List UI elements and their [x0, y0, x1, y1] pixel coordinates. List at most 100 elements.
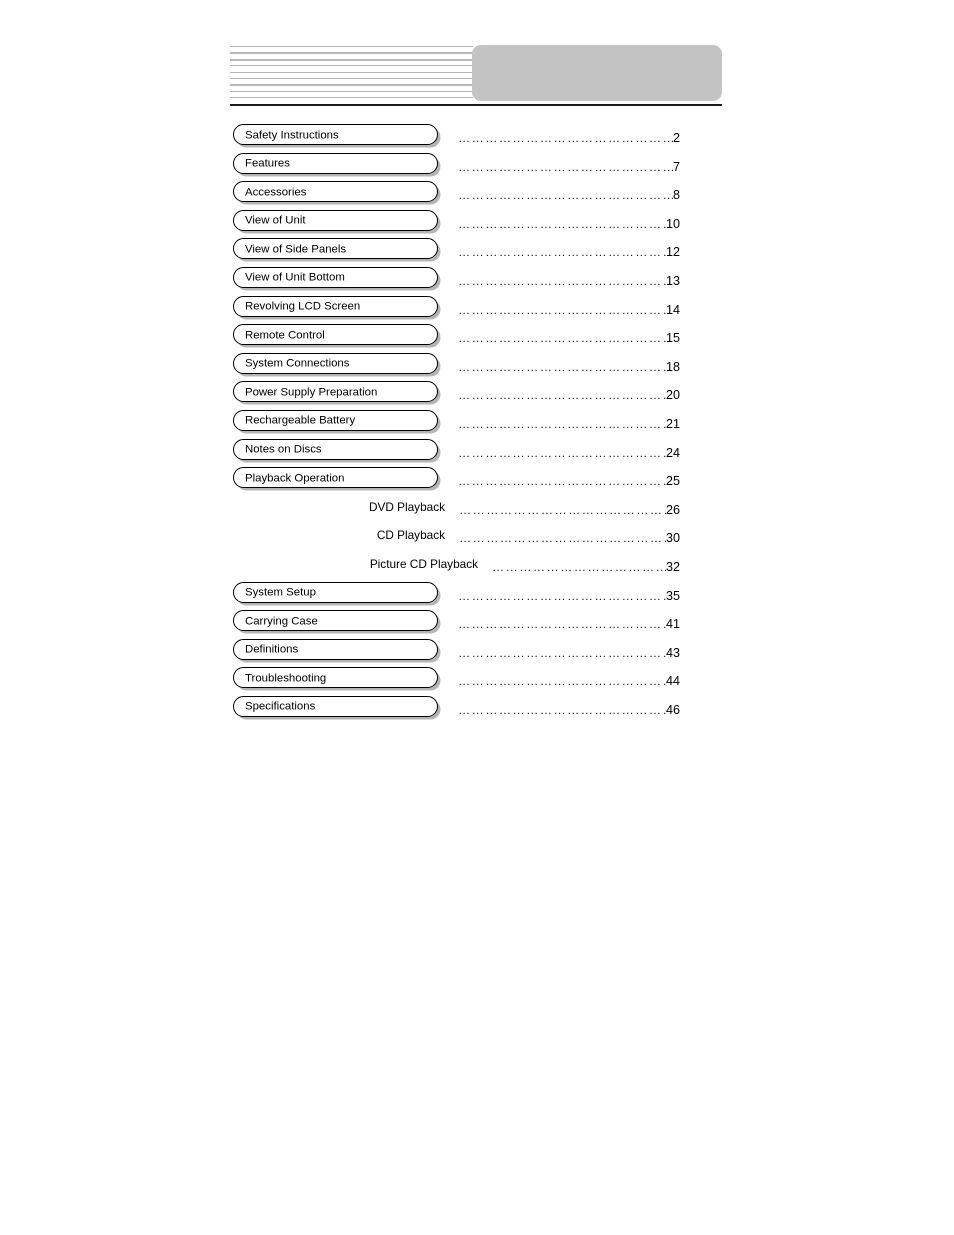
toc-page-number: 15	[665, 331, 680, 346]
toc-entry[interactable]: View of Unit ……………………………………………………………………………	[0, 209, 954, 239]
toc-entry[interactable]: System Connections ……………………………………………………………	[0, 352, 954, 382]
toc-entry-capsule[interactable]: Playback Operation	[233, 467, 443, 490]
toc-entry-capsule[interactable]: Carrying Case	[233, 610, 443, 633]
toc-entry-label: Power Supply Preparation	[245, 386, 378, 399]
page-header	[230, 44, 722, 106]
toc-entry[interactable]: Picture CD Playback …………………………………………………………	[0, 553, 954, 582]
toc-page-number: 14	[665, 302, 680, 317]
toc-entry-capsule[interactable]: Notes on Discs	[233, 438, 443, 462]
toc-leader: …………………………………………………………………………………………20	[458, 384, 680, 403]
dot-leader: …………………………………………………………………………………………	[458, 702, 666, 717]
toc-entry[interactable]: Specifications ………………………………………………………………………	[0, 695, 954, 725]
toc-leader: …………………………………………………………………………………………13	[458, 270, 680, 289]
dot-leader: …………………………………………………………………………………………	[458, 617, 666, 632]
toc-entry-capsule[interactable]: Features	[233, 152, 443, 176]
toc-entry[interactable]: View of Side Panels …………………………………………………………	[0, 238, 954, 267]
toc-leader: ……………………………………………………………………………30	[459, 527, 680, 546]
toc-page-number: 46	[665, 702, 680, 717]
dot-leader: …………………………………………………………………………………………	[458, 159, 673, 174]
toc-page-number: 12	[665, 245, 680, 260]
toc-entry[interactable]: Safety Instructions …………………………………………………………	[0, 124, 954, 153]
toc-entry-label: Notes on Discs	[245, 443, 322, 456]
header-stripe-line	[230, 65, 473, 67]
header-title-block	[472, 45, 722, 101]
dot-leader: …………………………………………………………………………………………	[458, 445, 666, 460]
dot-leader: …………………………………………………………………………………………	[458, 674, 666, 689]
toc-entry-label: Remote Control	[245, 329, 325, 342]
header-stripe-line	[230, 97, 473, 99]
toc-page-number: 7	[672, 159, 680, 174]
table-of-contents: Safety Instructions …………………………………………………………	[0, 124, 954, 724]
toc-entry-label: View of Side Panels	[245, 243, 347, 256]
toc-entry-capsule[interactable]: Definitions	[233, 638, 443, 662]
toc-entry[interactable]: Playback Operation ……………………………………………………………	[0, 467, 954, 496]
toc-entry-label: Rechargeable Battery	[245, 414, 356, 427]
toc-page-number: 30	[665, 531, 680, 546]
toc-entry-capsule[interactable]: Revolving LCD Screen	[233, 295, 443, 319]
header-stripe-line	[230, 52, 473, 54]
toc-entry-label: Playback Operation	[245, 472, 345, 485]
toc-subentry-label: DVD Playback	[368, 499, 445, 514]
toc-leader: ……………………………………………………………………………32	[492, 556, 680, 575]
dot-leader: …………………………………………………………………………………………	[458, 245, 666, 260]
toc-leader: …………………………………………………………………………………………18	[458, 356, 680, 375]
toc-entry-capsule[interactable]: Remote Control	[233, 324, 443, 347]
toc-page-number: 13	[665, 273, 680, 288]
dot-leader: …………………………………………………………………………………………	[458, 588, 666, 603]
toc-entry[interactable]: Notes on Discs ………………………………………………………………………	[0, 438, 954, 468]
header-stripe-line	[230, 84, 473, 86]
toc-entry-capsule[interactable]: Safety Instructions	[233, 124, 443, 147]
toc-entry-capsule[interactable]: Accessories	[233, 181, 443, 204]
toc-entry[interactable]: Rechargeable Battery ………………………………………………………	[0, 409, 954, 439]
toc-subentry-label: Picture CD Playback	[369, 556, 478, 571]
toc-entry-label: Safety Instructions	[245, 129, 339, 141]
toc-entry-capsule[interactable]: View of Unit	[233, 209, 443, 233]
toc-leader: …………………………………………………………………………………………8	[458, 184, 680, 203]
toc-page-number: 8	[672, 188, 680, 203]
toc-entry-capsule[interactable]: System Connections	[233, 352, 443, 376]
toc-entry[interactable]: Power Supply Preparation ……………………………………………	[0, 381, 954, 410]
toc-entry-capsule[interactable]: Specifications	[233, 695, 443, 719]
toc-entry-capsule[interactable]: View of Unit Bottom	[233, 266, 443, 290]
toc-leader: …………………………………………………………………………………………14	[458, 299, 680, 318]
toc-entry-capsule[interactable]: Troubleshooting	[233, 667, 443, 690]
toc-leader: …………………………………………………………………………………………7	[458, 156, 680, 175]
toc-leader: …………………………………………………………………………………………12	[458, 241, 680, 260]
toc-page-number: 18	[665, 359, 680, 374]
toc-entry[interactable]: Features ………………………………………………………………………………………	[0, 152, 954, 182]
toc-entry[interactable]: Definitions ………………………………………………………………………………	[0, 638, 954, 668]
toc-entry[interactable]: System Setup ……………………………………………………………………………	[0, 581, 954, 611]
dot-leader: …………………………………………………………………………………………	[458, 359, 666, 374]
dot-leader: …………………………………………………………………………………………	[458, 273, 666, 288]
toc-entry-capsule[interactable]: Power Supply Preparation	[233, 381, 443, 404]
toc-page-number: 43	[665, 645, 680, 660]
toc-entry-label: Revolving LCD Screen	[245, 300, 361, 313]
toc-page-number: 32	[665, 559, 680, 574]
toc-entry[interactable]: Revolving LCD Screen ………………………………………………………	[0, 295, 954, 325]
toc-page-number: 44	[665, 674, 680, 689]
toc-entry[interactable]: Remote Control ………………………………………………………………………	[0, 324, 954, 353]
toc-leader: …………………………………………………………………………………………41	[458, 613, 680, 632]
toc-leader: ……………………………………………………………………………26	[459, 499, 680, 518]
header-stripe-pattern	[230, 46, 473, 100]
toc-page-number: 41	[665, 617, 680, 632]
toc-entry[interactable]: Accessories ………………………………………………………………………………	[0, 181, 954, 210]
toc-entry[interactable]: DVD Playback ……………………………………………………………………………	[0, 496, 954, 525]
header-divider-rule	[230, 104, 722, 106]
toc-entry[interactable]: Carrying Case …………………………………………………………………………	[0, 610, 954, 639]
toc-entry-capsule[interactable]: System Setup	[233, 581, 443, 605]
dot-leader: …………………………………………………………………………………………	[458, 188, 673, 203]
toc-entry[interactable]: View of Unit Bottom …………………………………………………………	[0, 266, 954, 296]
toc-entry-capsule[interactable]: Rechargeable Battery	[233, 409, 443, 433]
toc-page-number: 20	[665, 388, 680, 403]
toc-page-number: 26	[665, 502, 680, 517]
dot-leader: …………………………………………………………………………………………	[458, 302, 666, 317]
toc-page-number: 35	[665, 588, 680, 603]
dot-leader: …………………………………………………………………………………………	[458, 331, 666, 346]
toc-entry-capsule[interactable]: View of Side Panels	[233, 238, 443, 261]
dot-leader: …………………………………………………………………………………………	[458, 474, 666, 489]
toc-entry[interactable]: Troubleshooting ……………………………………………………………………	[0, 667, 954, 696]
toc-entry[interactable]: CD Playback ………………………………………………………………………………	[0, 524, 954, 553]
toc-entry-label: Specifications	[245, 700, 316, 713]
dot-leader: …………………………………………………………………………………………	[458, 131, 673, 145]
